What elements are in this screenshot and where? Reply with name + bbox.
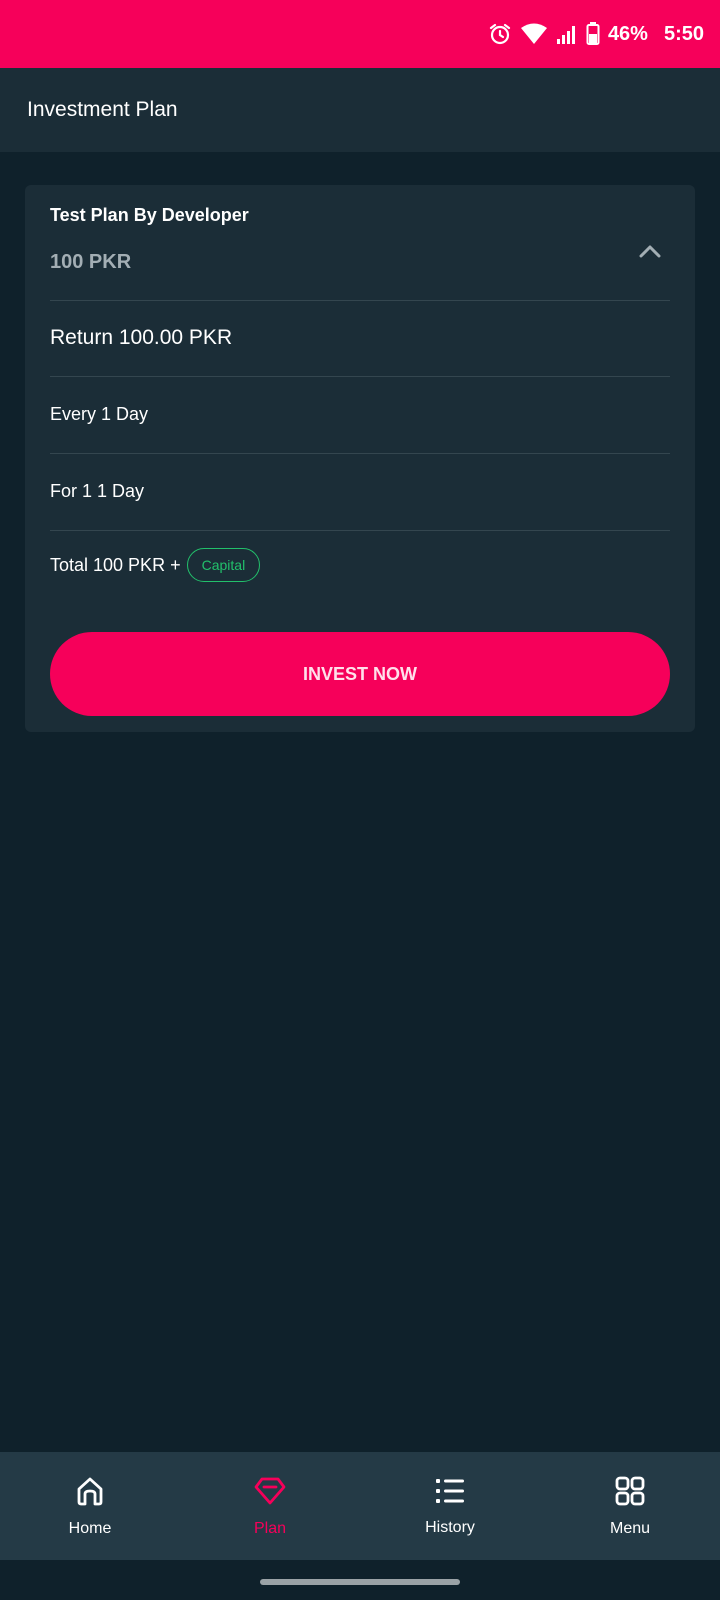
home-icon (74, 1475, 106, 1512)
chevron-up-icon (638, 243, 662, 264)
diamond-icon (253, 1475, 287, 1512)
grid-icon (614, 1475, 646, 1512)
plan-card-header[interactable]: Test Plan By Developer 100 PKR (50, 205, 670, 305)
collapse-button[interactable] (630, 233, 670, 273)
return-text: Return 100.00 PKR (50, 326, 233, 349)
capital-badge: Capital (186, 548, 261, 582)
total-text: Total 100 PKR + (50, 554, 181, 575)
plan-price: 100 PKR (50, 251, 132, 273)
battery-percent: 46% (607, 22, 648, 45)
total-row: Total 100 PKR + Capital (50, 535, 670, 595)
battery-icon (586, 22, 600, 46)
nav-item-history[interactable]: History (360, 1452, 540, 1560)
nav-label-menu: Menu (609, 1519, 651, 1537)
nav-item-home[interactable]: Home (0, 1452, 180, 1560)
list-icon (434, 1476, 466, 1511)
bottom-nav: Home Plan History Menu (0, 1452, 720, 1560)
return-row: Return 100.00 PKR (50, 300, 670, 376)
for-row: For 1 1 Day (50, 453, 670, 530)
for-text: For 1 1 Day (50, 481, 145, 501)
screen: 46% 5:50 Investment Plan Test Plan By De… (0, 0, 720, 1600)
nav-label-plan: Plan (253, 1519, 287, 1537)
plan-name: Test Plan By Developer (50, 205, 249, 225)
status-bar: 46% 5:50 (0, 0, 720, 68)
wifi-icon (520, 23, 548, 45)
every-row: Every 1 Day (50, 376, 670, 453)
divider (50, 530, 670, 531)
nav-item-plan[interactable]: Plan (180, 1452, 360, 1560)
nav-label-history: History (425, 1518, 475, 1536)
plan-card: Test Plan By Developer 100 PKR Return 10… (25, 185, 695, 732)
alarm-icon (488, 22, 512, 46)
every-text: Every 1 Day (50, 404, 149, 424)
nav-label-home: Home (68, 1519, 112, 1537)
page-title: Investment Plan (27, 98, 178, 121)
gesture-bar[interactable] (260, 1579, 460, 1585)
clock-time: 5:50 (663, 22, 704, 45)
app-bar: Investment Plan (0, 68, 720, 152)
signal-icon (556, 23, 578, 45)
nav-item-menu[interactable]: Menu (540, 1452, 720, 1560)
invest-now-button[interactable]: INVEST NOW (50, 632, 670, 716)
